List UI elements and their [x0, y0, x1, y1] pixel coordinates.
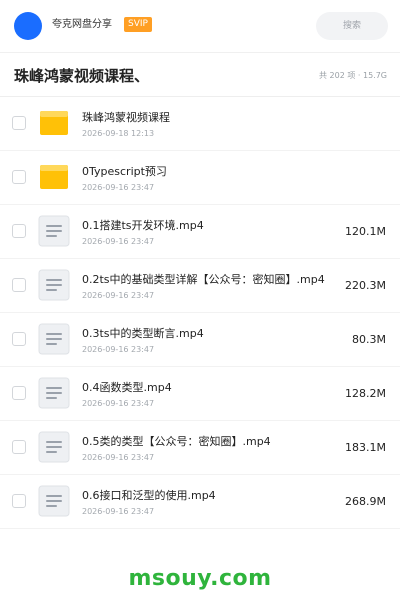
file-icon [38, 485, 70, 517]
folder-summary: 共 202 项 · 15.7G [319, 71, 387, 80]
list-item[interactable]: 0.1搭建ts开发环境.mp4 2026-09-16 23:47 120.1M [0, 205, 400, 259]
page-title: 珠峰鸿蒙视频课程、 [14, 67, 150, 85]
file-size: 128.2M [345, 387, 386, 400]
svip-badge: SVIP [124, 17, 152, 32]
checkbox[interactable] [12, 116, 26, 130]
list-item[interactable]: 0.2ts中的基础类型详解【公众号：密知圈】.mp4 2026-09-16 23:… [0, 259, 400, 313]
file-icon [38, 431, 70, 463]
file-name: 0.1搭建ts开发环境.mp4 [82, 219, 204, 232]
file-date: 2026-09-16 23:47 [82, 237, 155, 246]
search-input[interactable] [316, 12, 388, 40]
username: 夸克网盘分享 [52, 19, 112, 30]
file-size: 183.1M [345, 441, 386, 454]
folder-icon [38, 107, 70, 139]
file-name: 0.5类的类型【公众号：密知圈】.mp4 [82, 435, 271, 448]
file-date: 2026-09-16 23:47 [82, 399, 155, 408]
file-date: 2026-09-16 23:47 [82, 507, 155, 516]
file-size: 268.9M [345, 495, 386, 508]
list-item[interactable]: 0.3ts中的类型断言.mp4 2026-09-16 23:47 80.3M [0, 313, 400, 367]
checkbox[interactable] [12, 494, 26, 508]
file-list: 珠峰鸿蒙视频课程 2026-09-18 12:13 0Typescript预习 202… [0, 97, 400, 529]
file-date: 2026-09-16 23:47 [82, 183, 155, 192]
checkbox[interactable] [12, 170, 26, 184]
list-item[interactable]: 0.6接口和泛型的使用.mp4 2026-09-16 23:47 268.9M [0, 475, 400, 529]
file-name: 0.6接口和泛型的使用.mp4 [82, 489, 216, 502]
file-name: 0Typescript预习 [82, 165, 167, 178]
checkbox[interactable] [12, 278, 26, 292]
file-icon [38, 377, 70, 409]
file-size: 220.3M [345, 279, 386, 292]
checkbox[interactable] [12, 440, 26, 454]
checkbox[interactable] [12, 224, 26, 238]
file-date: 2026-09-16 23:47 [82, 291, 155, 300]
list-item[interactable]: 0.4函数类型.mp4 2026-09-16 23:47 128.2M [0, 367, 400, 421]
file-name: 0.4函数类型.mp4 [82, 381, 172, 394]
file-name: 0.2ts中的基础类型详解【公众号：密知圈】.mp4 [82, 273, 325, 286]
file-icon [38, 323, 70, 355]
checkbox[interactable] [12, 386, 26, 400]
top-bar: 夸克网盘分享 SVIP [0, 0, 400, 52]
file-date: 2026-09-18 12:13 [82, 129, 155, 138]
file-name: 0.3ts中的类型断言.mp4 [82, 327, 204, 340]
file-icon [38, 215, 70, 247]
avatar[interactable] [14, 12, 42, 40]
file-date: 2026-09-16 23:47 [82, 453, 155, 462]
file-name: 珠峰鸿蒙视频课程 [82, 111, 170, 124]
watermark: msouy.com [128, 566, 272, 591]
file-icon [38, 269, 70, 301]
folder-header: 珠峰鸿蒙视频课程、 共 202 项 · 15.7G [0, 53, 400, 97]
list-item[interactable]: 0Typescript预习 2026-09-16 23:47 [0, 151, 400, 205]
file-date: 2026-09-16 23:47 [82, 345, 155, 354]
folder-icon [38, 161, 70, 193]
file-size: 80.3M [352, 333, 386, 346]
list-item[interactable]: 珠峰鸿蒙视频课程 2026-09-18 12:13 [0, 97, 400, 151]
file-size: 120.1M [345, 225, 386, 238]
list-item[interactable]: 0.5类的类型【公众号：密知圈】.mp4 2026-09-16 23:47 183.… [0, 421, 400, 475]
checkbox[interactable] [12, 332, 26, 346]
